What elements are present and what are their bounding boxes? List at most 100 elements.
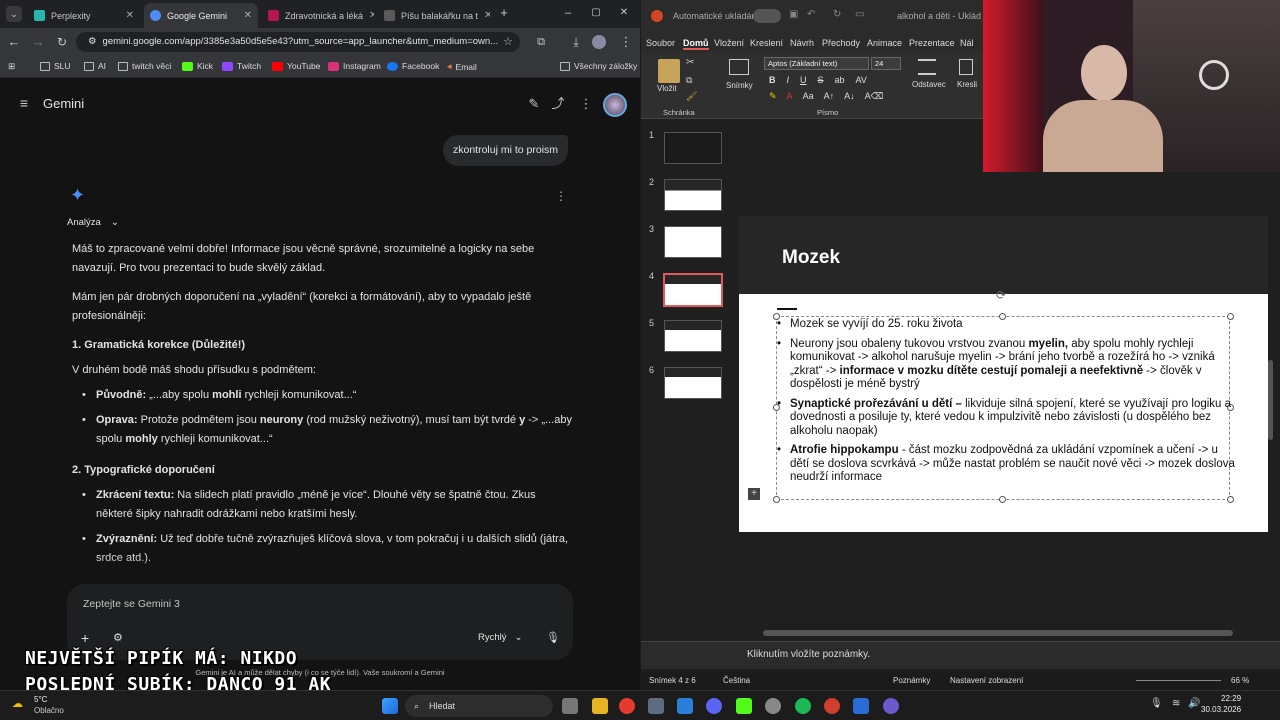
bookmark-email[interactable]: ◂ Email <box>447 61 477 72</box>
change-case-icon[interactable]: Aa <box>803 91 814 102</box>
zoom-level[interactable]: 66 % <box>1231 676 1249 685</box>
response-menu-icon[interactable]: ⋮ <box>555 189 567 203</box>
font-color-icon[interactable]: A <box>787 91 793 102</box>
draw-icon[interactable] <box>959 59 973 75</box>
slide-thumbnail-3[interactable] <box>664 226 722 258</box>
tab-soubor[interactable]: Soubor <box>646 38 675 48</box>
profile-avatar[interactable] <box>592 35 606 49</box>
add-content-icon[interactable]: + <box>748 488 760 500</box>
format-painter-icon[interactable]: 🖌 <box>686 91 697 102</box>
back-icon[interactable]: ← <box>6 34 22 50</box>
photos-icon[interactable] <box>677 698 693 714</box>
tab-prechody[interactable]: Přechody <box>822 38 860 48</box>
clear-format-icon[interactable]: A⌫ <box>865 91 884 102</box>
rotate-handle-icon[interactable]: ⟳ <box>996 288 1006 302</box>
slide-thumbnail-5[interactable] <box>664 320 722 352</box>
tab-animace[interactable]: Animace <box>867 38 902 48</box>
autosave-toggle[interactable] <box>753 9 781 23</box>
slide-title[interactable]: Mozek <box>782 247 840 269</box>
tab-pisu-balakarku[interactable]: Píšu balakářku na t ✕ <box>378 3 490 28</box>
hamburger-menu-icon[interactable]: ≡ <box>16 95 32 111</box>
view-settings-button[interactable]: Nastavení zobrazení <box>950 676 1023 685</box>
user-avatar[interactable] <box>603 93 627 117</box>
shadow-icon[interactable]: ab <box>835 75 845 85</box>
redo-icon[interactable]: ↻ <box>833 9 841 20</box>
slide-thumbnail-1[interactable] <box>664 132 722 164</box>
vertical-scrollbar[interactable] <box>1268 360 1273 440</box>
close-window-icon[interactable]: ✕ <box>616 5 632 21</box>
start-icon[interactable] <box>382 698 398 714</box>
new-slide-icon[interactable] <box>729 59 749 75</box>
tab-google-gemini[interactable]: Google Gemini ✕ <box>144 3 258 28</box>
bookmark-facebook[interactable]: Facebook <box>387 61 439 71</box>
save-icon[interactable]: ▣ <box>789 9 798 20</box>
add-icon[interactable]: + <box>81 630 89 646</box>
share-icon[interactable]: ⤴ <box>550 96 566 112</box>
weather-temp[interactable]: 5°C <box>34 695 47 704</box>
url-field[interactable]: ⚙ gemini.google.com/app/3385e3a50d5e5e43?… <box>76 32 520 52</box>
search-box[interactable]: ⌕ Hledat <box>405 695 553 717</box>
apps-grid-icon[interactable]: ⊞ <box>8 61 15 72</box>
shrink-font-icon[interactable]: A↓ <box>844 91 855 102</box>
tab-perplexity[interactable]: Perplexity ✕ <box>28 3 140 28</box>
bookmark-twitch[interactable]: Twitch <box>222 61 261 71</box>
spotify-icon[interactable] <box>795 698 811 714</box>
minimize-icon[interactable]: – <box>560 5 576 21</box>
close-icon[interactable]: ✕ <box>369 10 374 21</box>
font-family-select[interactable]: Aptos (Základní text) <box>764 57 869 70</box>
discord-icon[interactable] <box>706 698 722 714</box>
bookmark-star-icon[interactable]: ☆ <box>500 34 516 50</box>
bookmark-twitch-veci[interactable]: twitch věci <box>118 61 171 71</box>
clock-time[interactable]: 22:29 <box>1221 694 1241 703</box>
resize-handle[interactable] <box>773 496 780 503</box>
download-icon[interactable]: ⤓ <box>568 34 584 50</box>
notes-field[interactable]: Kliknutím vložíte poznámky. <box>641 641 1280 669</box>
slide-thumbnail-4[interactable] <box>663 273 723 307</box>
site-info-icon[interactable]: ⚙ <box>88 36 97 47</box>
volume-icon[interactable]: 🔊 <box>1188 698 1200 709</box>
notes-button[interactable]: Poznámky <box>893 676 930 685</box>
settings-icon[interactable] <box>648 698 664 714</box>
mic-icon[interactable]: 🎙 <box>1150 698 1163 709</box>
slide-thumbnail-2[interactable] <box>664 179 722 211</box>
font-size-select[interactable]: 24 <box>871 57 901 70</box>
cut-icon[interactable]: ✂ <box>686 57 694 68</box>
close-icon[interactable]: ✕ <box>484 10 490 21</box>
prompt-input[interactable]: Zeptejte se Gemini 3 <box>83 598 180 610</box>
slide-thumbnail-6[interactable] <box>664 367 722 399</box>
model-selector[interactable]: Rychlý ⌄ <box>478 632 522 643</box>
new-tab-icon[interactable]: + <box>496 5 512 21</box>
paste-button[interactable]: Vložit <box>657 84 677 93</box>
menu-dots-icon[interactable]: ⋮ <box>618 34 634 50</box>
app-icon[interactable] <box>824 698 840 714</box>
maximize-icon[interactable]: ▢ <box>588 5 604 21</box>
tab-prezentace[interactable]: Prezentace <box>909 38 955 48</box>
task-view-icon[interactable] <box>562 698 578 714</box>
tab-search-icon[interactable]: ⌄ <box>6 6 22 22</box>
language-indicator[interactable]: Čeština <box>723 676 750 685</box>
undo-icon[interactable]: ↶ <box>807 9 815 20</box>
tools-icon[interactable]: ⚙ <box>113 631 123 644</box>
paragraph-button[interactable]: Odstavec <box>912 80 946 89</box>
close-icon[interactable]: ✕ <box>244 10 252 21</box>
microphone-icon[interactable]: 🎙 <box>546 631 560 644</box>
horizontal-scrollbar[interactable] <box>763 630 1233 636</box>
italic-icon[interactable]: I <box>787 75 790 85</box>
tab-navrh[interactable]: Návrh <box>790 38 814 48</box>
copy-icon[interactable]: ⧉ <box>686 75 692 86</box>
close-icon[interactable]: ✕ <box>126 10 134 21</box>
file-explorer-icon[interactable] <box>592 698 608 714</box>
more-options-icon[interactable]: ⋮ <box>578 96 594 112</box>
reload-icon[interactable]: ↻ <box>54 34 70 50</box>
underline-icon[interactable]: U <box>800 75 807 85</box>
word-icon[interactable] <box>853 698 869 714</box>
strikethrough-icon[interactable]: S <box>818 75 824 85</box>
obs-icon[interactable] <box>765 698 781 714</box>
spacing-icon[interactable]: AV <box>856 75 867 85</box>
chrome-icon[interactable] <box>619 698 635 714</box>
wifi-icon[interactable]: ≋ <box>1172 698 1180 709</box>
draw-button[interactable]: Kresli <box>957 80 977 89</box>
slide-bullet-list[interactable]: Mozek se vyvíjí do 25. roku života Neuro… <box>777 318 1237 491</box>
resize-handle[interactable] <box>1227 496 1234 503</box>
slide-4[interactable]: Mozek ⟳ Mozek se vyvíjí do 25. roku živo… <box>739 216 1268 532</box>
